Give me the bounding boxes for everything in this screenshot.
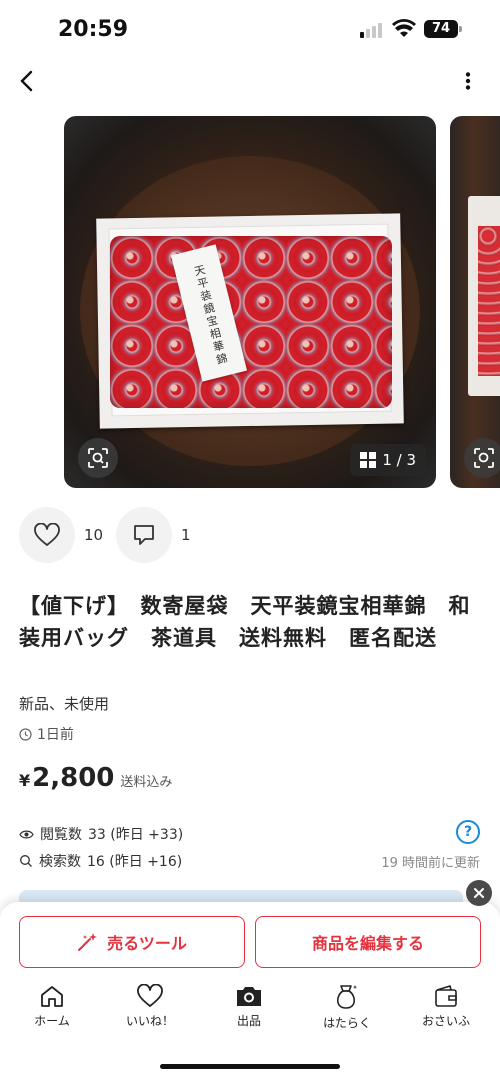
price: ¥ 2,800 送料込み (19, 763, 172, 793)
wifi-icon (392, 19, 416, 37)
like-count: 10 (84, 526, 104, 544)
battery-indicator: 74 (424, 20, 458, 38)
views-label: 閲覧数 (40, 827, 82, 843)
like-button[interactable] (19, 507, 75, 563)
battery-cap (459, 26, 462, 32)
posted-time: 1日前 (19, 724, 74, 744)
shipping-note: 送料込み (120, 775, 173, 790)
close-icon (474, 888, 484, 898)
comment-button[interactable] (116, 507, 172, 563)
more-options-button[interactable] (454, 66, 482, 96)
tab-likes-label: いいね！ (125, 1014, 174, 1028)
signal-icon (360, 22, 386, 38)
reaction-bar: 10 1 (19, 507, 319, 563)
views-value: 33 (昨日 +33) (88, 827, 184, 843)
price-symbol: ¥ (19, 771, 31, 790)
heart-icon (137, 984, 163, 1007)
edit-item-label: 商品を編集する (311, 934, 424, 953)
tab-work[interactable]: はたらく (307, 984, 387, 1040)
tab-bar: ホーム いいね！ 出品 はたらく おさいふ (0, 984, 500, 1044)
grid-icon (360, 452, 377, 468)
tab-wallet[interactable]: おさいふ (406, 984, 486, 1040)
image-carousel[interactable]: 天平装鏡宝相華錦 1 / 3 (0, 116, 500, 488)
camera-icon (237, 987, 261, 1006)
comment-icon (134, 525, 154, 545)
searches-stat: 検索数 16 (昨日 +16) (19, 851, 182, 871)
close-sheet-button[interactable] (466, 880, 492, 906)
home-indicator (160, 1064, 340, 1069)
heart-icon (34, 523, 60, 546)
edit-item-button[interactable]: 商品を編集する (255, 916, 481, 968)
item-condition: 新品、未使用 (19, 695, 110, 713)
tab-home-label: ホーム (34, 1014, 70, 1028)
wallet-icon (435, 985, 457, 1007)
views-stat: 閲覧数 33 (昨日 +33) (19, 824, 183, 844)
status-bar: 20:59 74 (0, 0, 500, 60)
comment-count: 1 (181, 526, 191, 544)
search-icon (20, 855, 32, 867)
page-indicator: 1 / 3 (350, 444, 426, 476)
tab-work-label: はたらく (323, 1016, 371, 1030)
eye-icon (19, 830, 34, 838)
posted-time-label: 1日前 (37, 727, 74, 743)
searches-value: 16 (昨日 +16) (87, 854, 183, 870)
page-indicator-label: 1 / 3 (382, 451, 416, 469)
sell-tool-button[interactable]: 売るツール (19, 916, 245, 968)
updated-time: 19 時間前に更新 (381, 856, 480, 871)
next-photo-preview[interactable] (450, 116, 500, 488)
back-button[interactable] (10, 64, 42, 98)
price-value: 2,800 (32, 763, 115, 793)
scan-search-icon (474, 448, 494, 468)
status-time: 20:59 (58, 17, 129, 42)
tab-wallet-label: おさいふ (421, 1014, 470, 1028)
item-title: 【値下げ】 数寄屋袋 天平装鏡宝相華錦 和装用バッグ 茶道具 送料無料 匿名配送 (19, 594, 471, 650)
sell-tool-label: 売るツール (107, 934, 187, 953)
more-vertical-icon (465, 72, 471, 90)
help-button[interactable]: ? (456, 820, 480, 844)
home-icon (41, 986, 63, 1007)
magic-wand-icon (78, 933, 98, 951)
chevron-left-icon (20, 70, 33, 92)
image-search-button[interactable] (78, 438, 118, 478)
tab-likes[interactable]: いいね！ (110, 984, 190, 1040)
tab-list-item[interactable]: 出品 (209, 984, 289, 1040)
image-search-button-next[interactable] (464, 438, 500, 478)
searches-label: 検索数 (39, 854, 81, 870)
tab-home[interactable]: ホーム (12, 984, 92, 1040)
clock-icon (19, 727, 32, 741)
money-bag-icon (336, 985, 357, 1009)
scan-search-icon (88, 448, 108, 468)
tab-list-item-label: 出品 (236, 1014, 261, 1028)
product-photo[interactable]: 天平装鏡宝相華錦 1 / 3 (64, 116, 436, 488)
